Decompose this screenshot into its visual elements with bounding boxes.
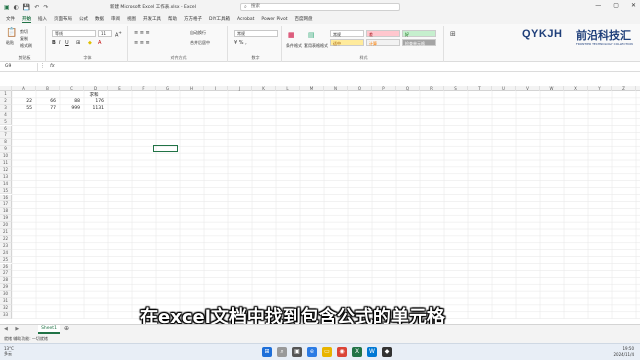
file-explorer-icon[interactable]: ▭ [322,347,332,357]
row-header[interactable]: 8 [0,139,12,147]
row-header[interactable]: 14 [0,180,12,188]
row-header[interactable]: 23 [0,242,12,250]
row-header[interactable]: 25 [0,256,12,264]
row-header[interactable]: 16 [0,194,12,202]
cell-b3[interactable]: 77 [36,106,56,111]
cell-d3[interactable]: 1131 [84,106,104,111]
weather-widget[interactable]: 13°C 多云 [4,346,14,356]
row-header[interactable]: 9 [0,146,12,154]
word-taskbar-icon[interactable]: W [367,347,377,357]
cell-b2[interactable]: 66 [36,99,56,104]
clock-date: 2024/11/4 [613,352,634,357]
row-header[interactable]: 19 [0,215,12,223]
start-icon[interactable]: ⊞ [262,347,272,357]
row-header[interactable]: 20 [0,222,12,229]
sheet-tab-sheet1[interactable]: Sheet1 [38,325,60,334]
row-header[interactable]: 17 [0,201,12,209]
row-header[interactable]: 13 [0,173,12,181]
add-sheet-icon[interactable]: ⊕ [64,325,69,332]
excel-taskbar-icon[interactable]: X [352,347,362,357]
row-header[interactable]: 18 [0,208,12,216]
row-header[interactable]: 32 [0,304,12,312]
cell-d1[interactable]: 求和 [84,92,104,98]
row-header[interactable]: 21 [0,229,12,236]
row-header[interactable]: 28 [0,277,12,285]
weather-desc: 多云 [4,351,12,356]
row-header[interactable]: 15 [0,187,12,195]
cell-d2[interactable]: 176 [84,99,104,104]
row-header[interactable]: 12 [0,166,12,174]
cell-a3[interactable]: 55 [12,106,32,111]
search-taskbar-icon[interactable]: ⌕ [277,347,287,357]
row-header[interactable]: 1 [0,91,12,98]
row-header[interactable]: 26 [0,263,12,271]
row-header[interactable]: 10 [0,153,12,160]
row-header[interactable]: 11 [0,160,12,167]
status-bar: 就绪 辅助功能: 一切就绪 [0,334,640,343]
row-header[interactable]: 29 [0,284,12,292]
row-header[interactable]: 31 [0,298,12,305]
row-header[interactable]: 24 [0,249,12,257]
row-header[interactable]: 33 [0,311,12,319]
cell-c2[interactable]: 88 [60,99,80,104]
row-header[interactable]: 30 [0,291,12,298]
taskbar-apps: ⊞ ⌕ ▣ e ▭ ◉ X W ◆ [262,347,392,357]
sheet-tab-bar: ◀ ▶ Sheet1 ⊕ [0,324,640,334]
system-tray[interactable]: 19:50 2024/11/4 [613,346,634,358]
status-text: 就绪 辅助功能: 一切就绪 [4,336,48,341]
app-taskbar-icon[interactable]: ◆ [382,347,392,357]
task-view-icon[interactable]: ▣ [292,347,302,357]
row-header[interactable]: 3 [0,104,12,112]
chrome-icon[interactable]: ◉ [337,347,347,357]
edge-icon[interactable]: e [307,347,317,357]
row-header[interactable]: 6 [0,125,12,133]
row-header[interactable]: 27 [0,270,12,278]
row-header[interactable]: 22 [0,235,12,243]
row-header[interactable]: 5 [0,118,12,126]
selected-cell[interactable] [153,145,178,152]
row-header[interactable]: 2 [0,97,12,105]
taskbar: 13°C 多云 ⊞ ⌕ ▣ e ▭ ◉ X W ◆ 19:50 2024/11/… [0,343,640,360]
cell-a2[interactable]: 22 [12,99,32,104]
cell-c3[interactable]: 999 [60,106,80,111]
row-header[interactable]: 7 [0,132,12,140]
sheet-nav-icon[interactable]: ◀ ▶ [4,326,22,332]
row-header[interactable]: 4 [0,111,12,119]
